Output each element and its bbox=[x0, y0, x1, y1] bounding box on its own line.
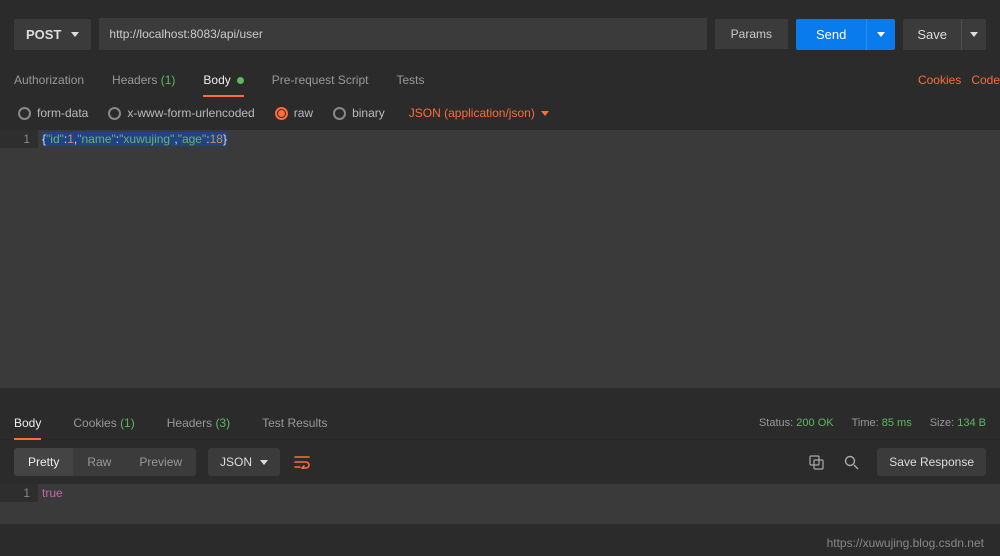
code-content: {"id":1,"name":"xuwujing","age":18} bbox=[38, 130, 1000, 148]
time-label: Time: bbox=[852, 417, 879, 429]
line-number: 1 bbox=[0, 130, 38, 148]
res-tab-headers-label: Headers bbox=[167, 416, 212, 430]
request-tabs: Authorization Headers (1) Body Pre-reque… bbox=[0, 64, 1000, 96]
request-body-editor[interactable]: 1 {"id":1,"name":"xuwujing","age":18} bbox=[0, 130, 1000, 388]
res-tab-cookies-label: Cookies bbox=[73, 416, 116, 430]
body-type-row: form-data x-www-form-urlencoded raw bina… bbox=[0, 96, 1000, 130]
save-response-button[interactable]: Save Response bbox=[877, 448, 986, 476]
content-type-label: JSON (application/json) bbox=[409, 106, 535, 120]
code-link[interactable]: Code bbox=[971, 73, 1000, 87]
request-bar: POST Params Send Save bbox=[0, 0, 1000, 64]
status-value: 200 OK bbox=[796, 417, 833, 429]
radio-urlencoded-label: x-www-form-urlencoded bbox=[127, 106, 254, 120]
view-raw[interactable]: Raw bbox=[73, 448, 125, 476]
save-label: Save bbox=[903, 19, 961, 50]
radio-urlencoded[interactable]: x-www-form-urlencoded bbox=[108, 106, 254, 120]
tab-tests[interactable]: Tests bbox=[396, 64, 424, 96]
time-value: 85 ms bbox=[882, 417, 912, 429]
divider bbox=[0, 388, 1000, 406]
code-content: true bbox=[38, 484, 1000, 502]
response-view-bar: Pretty Raw Preview JSON Save Response bbox=[0, 440, 1000, 484]
params-button[interactable]: Params bbox=[715, 19, 788, 49]
response-status: Status: 200 OK Time: 85 ms Size: 134 B bbox=[759, 417, 986, 429]
res-tab-body[interactable]: Body bbox=[14, 406, 41, 439]
line-number: 1 bbox=[0, 484, 38, 502]
method-select[interactable]: POST bbox=[14, 19, 91, 50]
headers-count: (1) bbox=[161, 73, 176, 87]
size-label: Size: bbox=[930, 417, 954, 429]
chevron-down-icon bbox=[877, 32, 885, 37]
chevron-down-icon bbox=[970, 32, 978, 37]
url-input[interactable] bbox=[99, 18, 706, 50]
cookies-link[interactable]: Cookies bbox=[918, 73, 961, 87]
tab-headers[interactable]: Headers (1) bbox=[112, 64, 175, 96]
response-body-editor[interactable]: 1 true bbox=[0, 484, 1000, 524]
search-icon[interactable] bbox=[836, 449, 867, 476]
content-type-select[interactable]: JSON (application/json) bbox=[409, 106, 549, 120]
radio-icon bbox=[333, 107, 346, 120]
save-button[interactable]: Save bbox=[903, 19, 986, 50]
send-dropdown[interactable] bbox=[866, 19, 895, 50]
save-dropdown[interactable] bbox=[961, 19, 986, 50]
view-pretty[interactable]: Pretty bbox=[14, 448, 73, 476]
res-cookies-count: (1) bbox=[120, 416, 135, 430]
response-value: true bbox=[42, 486, 63, 500]
radio-icon bbox=[108, 107, 121, 120]
editor-line: 1 true bbox=[0, 484, 1000, 502]
radio-binary-label: binary bbox=[352, 106, 385, 120]
status-label: Status: bbox=[759, 417, 793, 429]
radio-icon bbox=[18, 107, 31, 120]
wrap-icon[interactable] bbox=[294, 455, 312, 469]
time-block: Time: 85 ms bbox=[852, 417, 912, 429]
res-tab-headers[interactable]: Headers (3) bbox=[167, 406, 230, 439]
chevron-down-icon bbox=[260, 460, 268, 465]
radio-form-data-label: form-data bbox=[37, 106, 88, 120]
radio-raw[interactable]: raw bbox=[275, 106, 313, 120]
view-mode-segment: Pretty Raw Preview bbox=[14, 448, 196, 476]
radio-form-data[interactable]: form-data bbox=[18, 106, 88, 120]
response-format-select[interactable]: JSON bbox=[208, 448, 280, 476]
res-tab-cookies[interactable]: Cookies (1) bbox=[73, 406, 134, 439]
watermark: https://xuwujing.blog.csdn.net bbox=[827, 536, 984, 550]
editor-line: 1 {"id":1,"name":"xuwujing","age":18} bbox=[0, 130, 1000, 148]
radio-raw-label: raw bbox=[294, 106, 313, 120]
tab-body[interactable]: Body bbox=[203, 64, 243, 96]
tab-headers-label: Headers bbox=[112, 73, 157, 87]
tab-body-label: Body bbox=[203, 73, 230, 87]
method-label: POST bbox=[26, 27, 61, 42]
response-tabs: Body Cookies (1) Headers (3) Test Result… bbox=[0, 406, 1000, 440]
size-block: Size: 134 B bbox=[930, 417, 986, 429]
chevron-down-icon bbox=[541, 111, 549, 116]
copy-icon[interactable] bbox=[801, 449, 832, 476]
res-headers-count: (3) bbox=[215, 416, 230, 430]
send-label: Send bbox=[796, 19, 866, 50]
status-block: Status: 200 OK bbox=[759, 417, 834, 429]
res-tab-testresults[interactable]: Test Results bbox=[262, 406, 327, 439]
right-links: Cookies Code bbox=[918, 73, 1000, 87]
view-preview[interactable]: Preview bbox=[125, 448, 196, 476]
body-indicator-icon bbox=[237, 77, 244, 84]
size-value: 134 B bbox=[957, 417, 986, 429]
tab-authorization[interactable]: Authorization bbox=[14, 64, 84, 96]
radio-binary[interactable]: binary bbox=[333, 106, 385, 120]
radio-icon bbox=[275, 107, 288, 120]
send-button[interactable]: Send bbox=[796, 19, 895, 50]
chevron-down-icon bbox=[71, 32, 79, 37]
response-format-label: JSON bbox=[220, 455, 252, 469]
tab-prerequest[interactable]: Pre-request Script bbox=[272, 64, 369, 96]
